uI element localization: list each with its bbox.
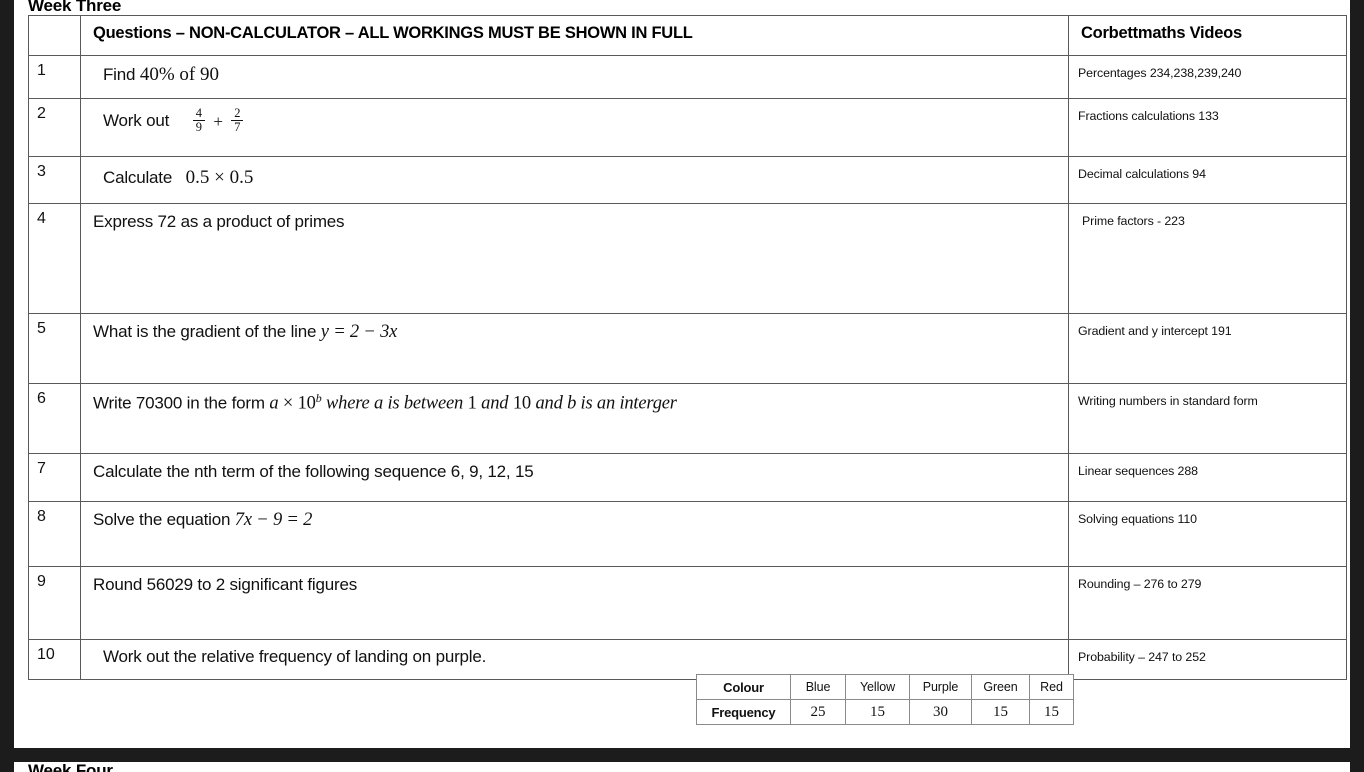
frequency-colour-row: Colour Blue Yellow Purple Green Red (696, 674, 1074, 700)
document-page-two: Week Four (14, 762, 1350, 772)
question-math-c: where a is between (326, 393, 464, 414)
frequency-value-purple: 30 (909, 699, 972, 725)
frequency-value-yellow: 15 (845, 699, 910, 725)
question-text: Work out 4 9 + 2 7 (80, 98, 1069, 157)
video-reference: Probability – 247 to 252 (1068, 639, 1347, 680)
question-number: 6 (28, 383, 81, 454)
fraction-denominator: 7 (231, 120, 244, 134)
video-reference: Fractions calculations 133 (1068, 98, 1347, 157)
frequency-row-label-colour: Colour (696, 674, 791, 700)
question-number: 3 (28, 156, 81, 204)
question-math: 7x − 9 = 2 (234, 510, 313, 530)
frequency-table-container: Colour Blue Yellow Purple Green Red Freq… (696, 674, 1074, 725)
question-math-g: and b is an interger (535, 393, 677, 414)
question-text: Round 56029 to 2 significant figures (80, 566, 1069, 640)
question-math-a: a (269, 393, 279, 414)
question-text: Write 70300 in the form a × 10b where a … (80, 383, 1069, 454)
video-reference: Linear sequences 288 (1068, 453, 1347, 502)
question-lead: Calculate (103, 168, 173, 187)
document-page-one: Week Three Questions – NON-CALCULATOR – … (14, 0, 1350, 748)
frequency-value-red: 15 (1029, 699, 1074, 725)
frequency-value-row: Frequency 25 15 30 15 15 (696, 699, 1074, 725)
page-title-week-three: Week Three (28, 0, 122, 15)
frequency-colour-red: Red (1029, 674, 1074, 700)
table-row: 2 Work out 4 9 + 2 7 Fractions calculati… (28, 98, 1347, 157)
page-separator (0, 748, 1364, 762)
question-lead: Find (103, 65, 136, 84)
video-reference: Prime factors - 223 (1068, 203, 1347, 314)
table-row: 1 Find 40% of 90 Percentages 234,238,239… (28, 55, 1347, 99)
video-reference: Decimal calculations 94 (1068, 156, 1347, 204)
question-number: 2 (28, 98, 81, 157)
table-row: 7 Calculate the nth term of the followin… (28, 453, 1347, 502)
question-number: 9 (28, 566, 81, 640)
header-cell-questions: Questions – NON-CALCULATOR – ALL WORKING… (80, 15, 1069, 56)
frequency-colour-purple: Purple (909, 674, 972, 700)
question-text: Calculate 0.5 × 0.5 (80, 156, 1069, 204)
header-cell-videos: Corbettmaths Videos (1068, 15, 1347, 56)
frequency-row-label-frequency: Frequency (696, 699, 791, 725)
question-number: 1 (28, 55, 81, 99)
question-math-d: 1 (467, 393, 477, 414)
question-number: 5 (28, 313, 81, 384)
fraction-four-ninths: 4 9 (192, 106, 205, 134)
table-row: 5 What is the gradient of the line y = 2… (28, 313, 1347, 384)
question-text: Solve the equation 7x − 9 = 2 (80, 501, 1069, 567)
question-math: 40% of 90 (139, 64, 219, 85)
question-number: 4 (28, 203, 81, 314)
question-lead: Write 70300 in the form (93, 393, 265, 413)
table-row: 8 Solve the equation 7x − 9 = 2 Solving … (28, 501, 1347, 567)
fraction-denominator: 9 (192, 120, 205, 134)
question-math-b: × 10 (282, 393, 316, 414)
question-number: 7 (28, 453, 81, 502)
frequency-value-green: 15 (971, 699, 1030, 725)
frequency-value-blue: 25 (790, 699, 846, 725)
fraction-operator: + (213, 112, 223, 131)
question-number: 8 (28, 501, 81, 567)
video-reference: Gradient and y intercept 191 (1068, 313, 1347, 384)
document-viewer[interactable]: Week Three Questions – NON-CALCULATOR – … (0, 0, 1364, 772)
question-lead: Work out the relative frequency of landi… (103, 647, 487, 666)
video-reference: Writing numbers in standard form (1068, 383, 1347, 454)
question-text: Express 72 as a product of primes (80, 203, 1069, 314)
question-text: What is the gradient of the line y = 2 −… (80, 313, 1069, 384)
question-math: 0.5 × 0.5 (185, 167, 254, 188)
page-title-week-four: Week Four (28, 762, 113, 772)
video-reference: Percentages 234,238,239,240 (1068, 55, 1347, 99)
fraction-numerator: 2 (234, 106, 241, 120)
table-row: 6 Write 70300 in the form a × 10b where … (28, 383, 1347, 454)
video-reference: Solving equations 110 (1068, 501, 1347, 567)
question-math-f: 10 (512, 393, 531, 414)
question-text: Calculate the nth term of the following … (80, 453, 1069, 502)
question-number: 10 (28, 639, 81, 680)
frequency-colour-blue: Blue (790, 674, 846, 700)
table-row: 9 Round 56029 to 2 significant figures R… (28, 566, 1347, 640)
frequency-colour-green: Green (971, 674, 1030, 700)
frequency-table: Colour Blue Yellow Purple Green Red Freq… (696, 674, 1074, 725)
header-cell-number (28, 15, 81, 56)
table-header-row: Questions – NON-CALCULATOR – ALL WORKING… (28, 15, 1347, 56)
table-row: 10 Work out the relative frequency of la… (28, 639, 1347, 680)
video-reference: Rounding – 276 to 279 (1068, 566, 1347, 640)
worksheet-table: Questions – NON-CALCULATOR – ALL WORKING… (28, 15, 1347, 680)
question-lead: What is the gradient of the line (93, 322, 317, 341)
question-text: Find 40% of 90 (80, 55, 1069, 99)
question-lead: Solve the equation (93, 510, 231, 529)
fraction-two-sevenths: 2 7 (231, 106, 244, 134)
question-math: y = 2 − 3x (320, 322, 398, 342)
question-lead: Work out (103, 111, 170, 131)
frequency-colour-yellow: Yellow (845, 674, 910, 700)
question-math-exponent: b (315, 391, 322, 405)
table-row: 4 Express 72 as a product of primes Prim… (28, 203, 1347, 314)
question-math-e: and (481, 393, 509, 414)
table-row: 3 Calculate 0.5 × 0.5 Decimal calculatio… (28, 156, 1347, 204)
fraction-numerator: 4 (195, 106, 202, 120)
